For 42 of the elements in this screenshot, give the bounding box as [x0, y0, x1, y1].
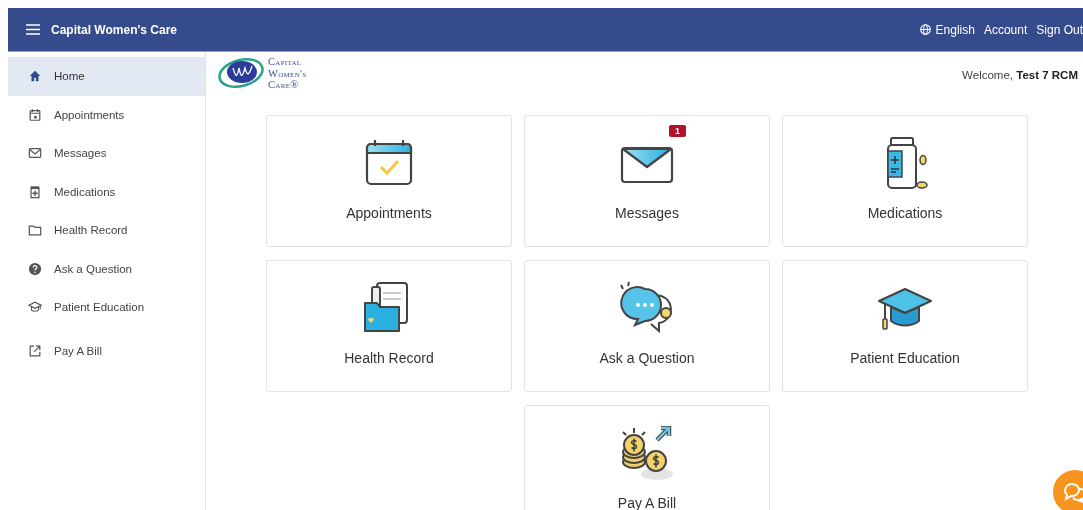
globe-icon	[919, 24, 931, 35]
external-link-icon	[28, 343, 42, 358]
tile-label: Messages	[615, 204, 679, 221]
sidebar-item[interactable]: Appointments	[8, 95, 205, 134]
sidebar-item[interactable]: Medications	[8, 172, 205, 211]
welcome-text: Welcome, Test 7 RCM	[962, 69, 1078, 81]
dashboard-tile[interactable]: Ask a Question	[524, 259, 770, 392]
sidebar-item[interactable]: Home	[8, 57, 205, 96]
tile-label: Appointments	[346, 204, 432, 221]
folder-icon	[28, 223, 42, 238]
tile-label: Medications	[867, 204, 943, 221]
graduation-cap-icon	[28, 300, 42, 315]
dashboard-tile[interactable]: Messages 1	[524, 114, 770, 247]
tile-label: Patient Education	[850, 349, 960, 366]
coins-icon	[619, 425, 675, 482]
logo-emblem	[218, 56, 264, 91]
tile-label: Ask a Question	[599, 349, 695, 366]
sidebar-item[interactable]: Ask a Question	[8, 249, 205, 288]
envelope-icon	[28, 146, 42, 161]
tile-label: Health Record	[344, 349, 434, 366]
dashboard-tile[interactable]: Appointments	[266, 114, 512, 247]
sidebar-item[interactable]: Pay A Bill	[8, 331, 205, 370]
calendar-icon	[28, 107, 42, 122]
dashboard-tile[interactable]: Medications	[782, 114, 1028, 247]
app-title: Capital Women's Care	[51, 22, 177, 37]
chat-icon	[1062, 481, 1083, 503]
dashboard-tile[interactable]: Pay A Bill	[524, 404, 770, 510]
dashboard-tile[interactable]: Health Record	[266, 259, 512, 392]
logo-text: Capital Women's Care®	[268, 56, 307, 91]
tile-label: Pay A Bill	[617, 494, 677, 510]
medicine-icon	[28, 184, 42, 199]
language-link[interactable]: English	[919, 22, 975, 37]
header-link[interactable]: Sign Out	[1036, 22, 1083, 37]
dashboard-tile[interactable]: Patient Education	[782, 259, 1028, 392]
header-link[interactable]: Account	[983, 22, 1028, 37]
help-icon	[28, 261, 42, 276]
home-icon	[28, 69, 42, 84]
sidebar-item[interactable]: Health Record	[8, 211, 205, 250]
menu-icon[interactable]	[26, 24, 40, 35]
unread-count-badge: 1	[669, 124, 686, 137]
sidebar-item[interactable]: Messages	[8, 134, 205, 173]
sidebar-item[interactable]: Patient Education	[8, 288, 205, 327]
